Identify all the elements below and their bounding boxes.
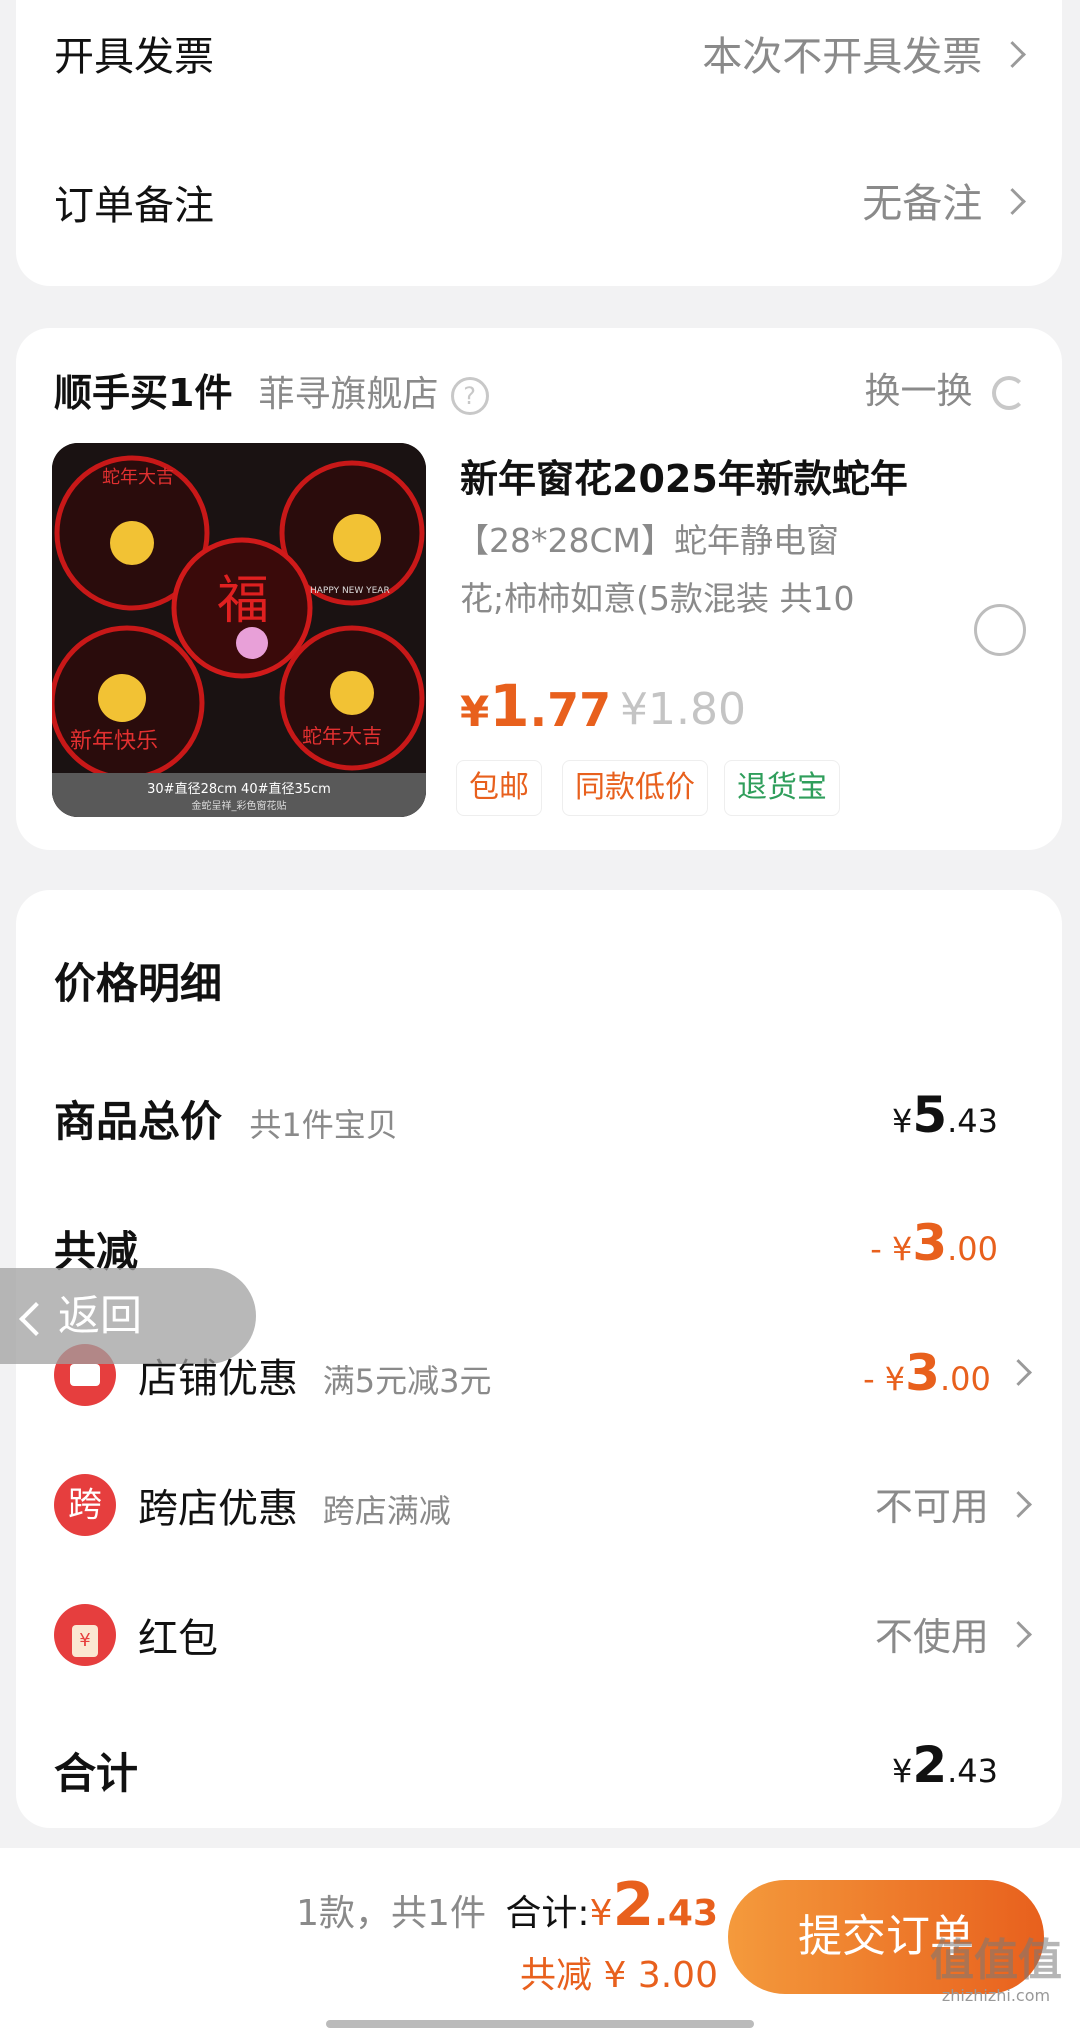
price-dec: .00: [947, 1230, 998, 1268]
store-coupon-sub: 满5元减3元: [322, 1362, 492, 1400]
footer-saved: 共减 ¥ 3.00: [520, 1955, 718, 1996]
footer-total-dec: .43: [654, 1893, 718, 1934]
checkout-footer: 1款，共1件 合计:¥2.43 共减 ¥ 3.00 提交订单 值值值 zhizh…: [0, 1848, 1080, 2032]
image-text: HAPPY NEW YEAR: [310, 586, 390, 596]
price-int: 2: [912, 1736, 948, 1794]
invoice-row[interactable]: 本次不开具发票: [702, 24, 1026, 82]
currency-symbol: ¥: [891, 1102, 913, 1140]
red-packet-icon: ¥: [54, 1604, 116, 1666]
original-price: ¥1.80: [620, 684, 746, 735]
refresh-label: 换一换: [864, 371, 973, 412]
back-button[interactable]: 返回: [0, 1268, 256, 1364]
chevron-right-icon: [1005, 1621, 1032, 1648]
red-packet-value[interactable]: 不使用: [874, 1606, 1032, 1661]
chevron-right-icon: [999, 188, 1026, 215]
goods-total-label: 商品总价: [54, 1097, 223, 1146]
price-int: 3: [905, 1344, 940, 1402]
cross-store-sub: 跨店满减: [322, 1492, 451, 1530]
cross-store-icon: 跨: [54, 1474, 116, 1536]
chevron-left-icon: [19, 1301, 53, 1336]
goods-total-row: 商品总价 共1件宝贝: [54, 1088, 398, 1149]
window-flower-illustration: 蛇年大吉 福 新年快乐 蛇年大吉 HAPPY NEW YEAR 30#直径28c…: [52, 443, 426, 817]
price-symbol: ¥: [460, 687, 490, 736]
price-detail-title: 价格明细: [54, 959, 223, 1008]
watermark-url: zhizhizhi.com: [941, 1986, 1051, 2005]
red-packet-label[interactable]: 红包: [138, 1606, 218, 1664]
invoice-value: 本次不开具发票: [702, 34, 983, 80]
footer-total-int: 2: [612, 1870, 655, 1940]
tag-return-insurance: 退货宝: [724, 760, 840, 816]
minus-sign: -: [863, 1360, 875, 1398]
addon-card: 顺手买1件 菲寻旗舰店 ? 换一换 蛇年大吉 福 新年快乐 蛇年大吉 HAPPY…: [16, 328, 1062, 850]
minus-sign: -: [870, 1230, 882, 1268]
image-text: 新年快乐: [70, 729, 158, 754]
envelope-icon: ¥: [72, 1625, 98, 1657]
currency-symbol: ¥: [884, 1360, 906, 1398]
addon-title: 顺手买1件: [54, 371, 233, 415]
watermark: 值值值 zhizhizhi.com: [930, 1935, 1062, 2006]
product-image[interactable]: 蛇年大吉 福 新年快乐 蛇年大吉 HAPPY NEW YEAR 30#直径28c…: [52, 443, 426, 817]
product-title[interactable]: 新年窗花2025年新款蛇年: [460, 448, 908, 503]
watermark-logo: 值值值: [930, 1935, 1062, 1986]
tag-low-price: 同款低价: [562, 760, 708, 816]
store-coupon-value[interactable]: - ¥3.00: [863, 1344, 1032, 1402]
cross-store-label: 跨店优惠: [138, 1486, 298, 1532]
image-text: 福: [217, 571, 269, 631]
chevron-right-icon: [999, 41, 1026, 68]
image-text: 蛇年大吉: [102, 467, 174, 488]
price-int: 5: [912, 1086, 948, 1144]
product-price: ¥1.77: [460, 672, 611, 740]
chevron-right-icon: [1005, 1491, 1032, 1518]
total-value: ¥2.43: [892, 1736, 998, 1794]
home-indicator: [326, 2020, 754, 2028]
addon-header: 顺手买1件 菲寻旗舰店 ?: [54, 362, 489, 417]
goods-total-value: ¥5.43: [892, 1086, 998, 1144]
help-icon[interactable]: ?: [450, 376, 489, 415]
back-label: 返回: [58, 1291, 143, 1340]
price-dec: .77: [529, 683, 612, 737]
chevron-right-icon: [1005, 1359, 1032, 1386]
refresh-button[interactable]: 换一换: [865, 362, 1026, 414]
image-caption: 30#直径28cm 40#直径35cm: [147, 782, 331, 797]
storefront-icon: [70, 1364, 100, 1386]
price-dec: .43: [947, 1102, 998, 1140]
price-dec: .43: [947, 1752, 998, 1790]
tag-free-shipping: 包邮: [456, 760, 542, 816]
refresh-icon: [992, 376, 1026, 410]
addon-store: 菲寻旗舰店: [258, 374, 439, 415]
price-int: 3: [912, 1214, 948, 1272]
cross-store-status: 不可用: [874, 1485, 989, 1529]
image-caption: 金蛇呈祥_彩色窗花贴: [192, 799, 287, 812]
red-packet-status: 不使用: [874, 1615, 989, 1659]
currency-symbol: ¥: [891, 1230, 913, 1268]
cross-store-value[interactable]: 不可用: [874, 1476, 1032, 1531]
discount-value: - ¥3.00: [870, 1214, 998, 1272]
order-note-label: 订单备注: [54, 183, 214, 229]
footer-total-label: 合计:: [505, 1893, 590, 1934]
price-dec: .00: [939, 1360, 991, 1398]
goods-total-sub: 共1件宝贝: [249, 1106, 398, 1144]
invoice-note-card: 开具发票 本次不开具发票 订单备注 无备注: [16, 0, 1062, 286]
cross-store-row[interactable]: 跨店优惠 跨店满减: [138, 1476, 451, 1534]
select-radio[interactable]: [974, 604, 1026, 656]
currency-symbol: ¥: [589, 1893, 613, 1934]
product-spec: 【28*28CM】蛇年静电窗: [456, 521, 839, 560]
product-spec: 花;柿柿如意(5款混装 共10: [460, 579, 855, 618]
image-text: 蛇年大吉: [302, 724, 382, 748]
footer-summary: 1款，共1件 合计:¥2.43: [296, 1870, 718, 1940]
item-count: 1款，共1件: [296, 1893, 486, 1934]
order-note-value: 无备注: [862, 181, 983, 227]
total-label: 合计: [54, 1749, 139, 1798]
currency-symbol: ¥: [891, 1752, 913, 1790]
order-note-row[interactable]: 无备注: [862, 171, 1026, 229]
price-int: 1: [489, 672, 530, 740]
invoice-label: 开具发票: [54, 34, 214, 80]
